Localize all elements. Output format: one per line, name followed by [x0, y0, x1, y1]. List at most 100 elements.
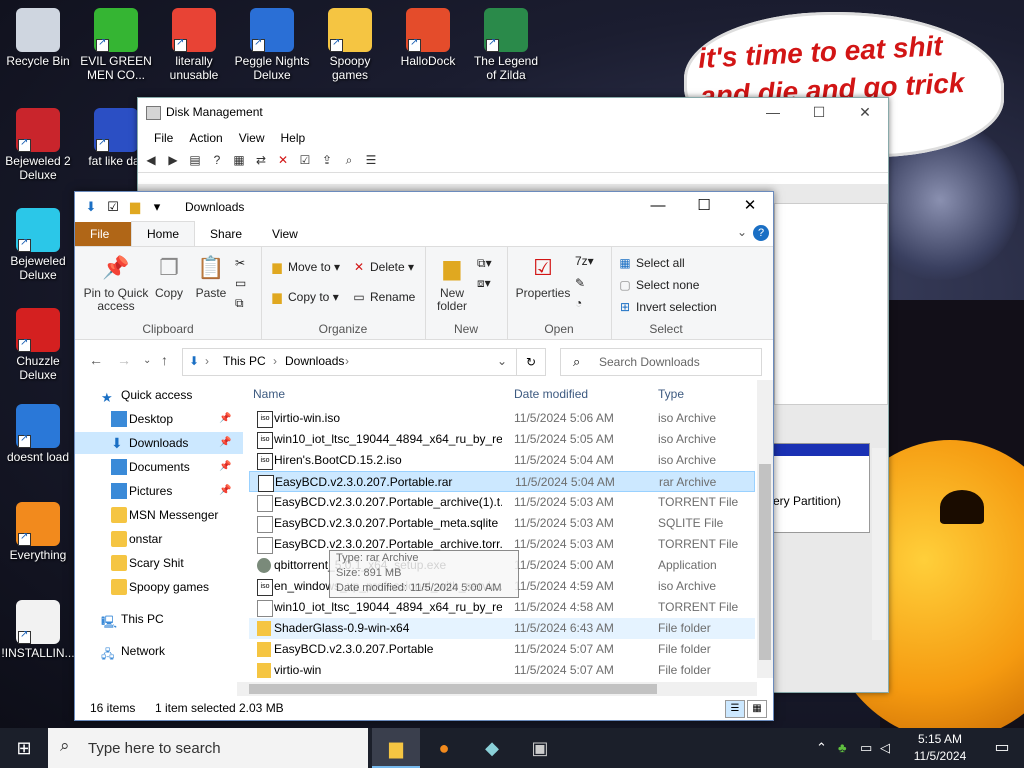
- nav-item-downloads[interactable]: ⬇ Downloads 📌: [75, 432, 243, 454]
- file-row[interactable]: iso Hiren's.BootCD.15.2.iso 11/5/2024 5:04…: [249, 450, 755, 471]
- app-taskbar-icon[interactable]: ◆: [468, 728, 516, 768]
- new-folder-button[interactable]: ▆ New folder: [431, 253, 473, 313]
- desktop-icon-12[interactable]: Everything: [0, 502, 76, 562]
- menu-file[interactable]: File: [146, 126, 181, 150]
- search-folder-icon[interactable]: ⌕: [340, 153, 358, 169]
- desktop-icon-4[interactable]: Spoopy games: [312, 8, 388, 82]
- paste-button[interactable]: 📋 Paste: [193, 253, 229, 300]
- search-box[interactable]: ⌕ Search Downloads: [560, 348, 762, 376]
- minimize-button[interactable]: —: [635, 192, 681, 222]
- desktop-icon-3[interactable]: Peggle Nights Deluxe: [234, 8, 310, 82]
- copy-path-icon[interactable]: ▭: [235, 273, 246, 293]
- firefox-taskbar-icon[interactable]: ●: [420, 728, 468, 768]
- nav-item-spoopy-games[interactable]: Spoopy games: [75, 576, 243, 598]
- file-explorer-window[interactable]: ⬇ ☑ ▆ ▾ Downloads — ☐ ✕ File Home Share …: [74, 191, 774, 721]
- quick-access-dropdown-icon[interactable]: ▾: [149, 199, 165, 215]
- properties-icon[interactable]: ▦: [230, 153, 248, 169]
- minimize-button[interactable]: —: [750, 98, 796, 126]
- console-tree-icon[interactable]: ▤: [186, 153, 204, 169]
- open-with-icon[interactable]: 7z▾: [575, 251, 594, 271]
- recovery-partition-box[interactable]: very Partition): [758, 443, 870, 533]
- search-input[interactable]: Search Downloads: [599, 355, 700, 369]
- desktop-icon-9[interactable]: Bejeweled Deluxe: [0, 208, 76, 282]
- desktop-icon-1[interactable]: EVIL GREEN MEN CO...: [78, 8, 154, 82]
- large-icons-view-icon[interactable]: ▦: [747, 700, 767, 718]
- help-icon[interactable]: ?: [753, 225, 769, 241]
- nav-item-desktop[interactable]: Desktop 📌: [75, 408, 243, 430]
- recent-locations-icon[interactable]: ⌄: [143, 355, 151, 366]
- invert-selection-button[interactable]: ⊞ Invert selection: [617, 297, 717, 317]
- qbittorrent-tray-icon[interactable]: ♣: [838, 728, 847, 768]
- properties-quick-icon[interactable]: ☑: [105, 199, 121, 215]
- horizontal-scrollbar[interactable]: [237, 682, 757, 696]
- address-bar[interactable]: ⬇ › This PC › Downloads › ⌄: [182, 348, 546, 376]
- export-icon[interactable]: ⇪: [318, 153, 336, 169]
- menu-view[interactable]: View: [231, 126, 273, 150]
- nav-item-onstar[interactable]: onstar: [75, 528, 243, 550]
- chevron-down-icon[interactable]: ⌄: [737, 225, 747, 239]
- nav-this-pc[interactable]: 🖳 This PC: [75, 608, 243, 630]
- file-row[interactable]: ShaderGlass-0.9-win-x64 11/5/2024 6:43 AM…: [249, 618, 755, 639]
- back-icon[interactable]: ◀: [142, 153, 160, 169]
- disk-management-scrollbar[interactable]: [872, 448, 886, 640]
- file-row[interactable]: EasyBCD.v2.3.0.207.Portable_meta.sqlite 1…: [249, 513, 755, 534]
- desktop-icon-13[interactable]: !INSTALLIN...: [0, 600, 76, 660]
- checkmark-icon[interactable]: ☑: [296, 153, 314, 169]
- tab-view[interactable]: View: [257, 222, 313, 246]
- maximize-button[interactable]: ☐: [681, 192, 727, 222]
- close-button[interactable]: ✕: [842, 98, 888, 126]
- file-row[interactable]: EasyBCD.v2.3.0.207.Portable 11/5/2024 5:0…: [249, 639, 755, 660]
- delete-icon[interactable]: ✕: [274, 153, 292, 169]
- refresh-button[interactable]: ↻: [516, 348, 546, 376]
- rename-button[interactable]: ▭ Rename: [351, 287, 415, 307]
- up-arrow-icon[interactable]: ↑: [161, 352, 168, 368]
- column-name[interactable]: Name: [253, 387, 285, 401]
- desktop-icon-7[interactable]: Bejeweled 2 Deluxe: [0, 108, 76, 182]
- desktop-icon-5[interactable]: HalloDock: [390, 8, 466, 68]
- cut-icon[interactable]: ✂: [235, 253, 245, 273]
- list-icon[interactable]: ☰: [362, 153, 380, 169]
- network-tray-icon[interactable]: ▭: [860, 728, 872, 768]
- maximize-button[interactable]: ☐: [796, 98, 842, 126]
- file-row[interactable]: iso virtio-win.iso 11/5/2024 5:06 AM iso Ar…: [249, 408, 755, 429]
- new-folder-quick-icon[interactable]: ▆: [127, 199, 143, 215]
- history-icon[interactable]: ◔: [575, 293, 582, 313]
- notifications-icon[interactable]: ▭: [982, 728, 1022, 768]
- forward-arrow-icon[interactable]: →: [117, 352, 131, 368]
- tab-file[interactable]: File: [75, 222, 131, 246]
- file-row[interactable]: EasyBCD.v2.3.0.207.Portable.rar 11/5/2024…: [249, 471, 755, 492]
- back-arrow-icon[interactable]: ←: [89, 352, 103, 368]
- easy-access-icon[interactable]: ⧈▾: [477, 273, 491, 293]
- desktop-icon-6[interactable]: The Legend of Zilda: [468, 8, 544, 82]
- paste-shortcut-icon[interactable]: ⧉: [235, 293, 244, 313]
- show-hidden-icons-icon[interactable]: ⌃: [816, 728, 827, 768]
- nav-item-scary-shit[interactable]: Scary Shit: [75, 552, 243, 574]
- tab-share[interactable]: Share: [195, 222, 257, 246]
- file-row[interactable]: virtio-win 11/5/2024 5:07 AM File folder: [249, 660, 755, 681]
- scrollbar-thumb[interactable]: [759, 464, 771, 660]
- help-icon[interactable]: ?: [208, 153, 226, 169]
- nav-network[interactable]: 🖧 Network: [75, 640, 243, 662]
- desktop-icon-11[interactable]: doesnt load: [0, 404, 76, 464]
- nav-item-msn-messenger[interactable]: MSN Messenger: [75, 504, 243, 526]
- copy-button[interactable]: ❐ Copy: [151, 253, 187, 300]
- move-to-button[interactable]: ▆ Move to ▾: [269, 257, 340, 277]
- breadcrumb-this-pc[interactable]: This PC: [223, 354, 266, 368]
- clock[interactable]: 5:15 AM 11/5/2024: [908, 731, 972, 765]
- select-all-button[interactable]: ▦ Select all: [617, 253, 684, 273]
- edit-icon[interactable]: ✎: [575, 273, 585, 293]
- nav-item-pictures[interactable]: Pictures 📌: [75, 480, 243, 502]
- forward-icon[interactable]: ▶: [164, 153, 182, 169]
- taskbar-search[interactable]: ⌕ Type here to search: [48, 728, 368, 768]
- desktop-icon-0[interactable]: Recycle Bin: [0, 8, 76, 68]
- desktop-icon-10[interactable]: Chuzzle Deluxe: [0, 308, 76, 382]
- file-row[interactable]: EasyBCD.v2.3.0.207.Portable_archive(1).t…: [249, 492, 755, 513]
- nav-quick-access[interactable]: ★ Quick access: [75, 384, 243, 406]
- disk-management-taskbar-icon[interactable]: ▣: [516, 728, 564, 768]
- vertical-scrollbar[interactable]: [757, 380, 773, 678]
- tab-home[interactable]: Home: [131, 221, 196, 246]
- file-row[interactable]: iso win10_iot_ltsc_19044_4894_x64_ru_by_r…: [249, 429, 755, 450]
- taskbar-search-input[interactable]: Type here to search: [88, 740, 221, 757]
- pin-to-quick-access-button[interactable]: 📌 Pin to Quick access: [81, 253, 151, 313]
- nav-item-documents[interactable]: Documents 📌: [75, 456, 243, 478]
